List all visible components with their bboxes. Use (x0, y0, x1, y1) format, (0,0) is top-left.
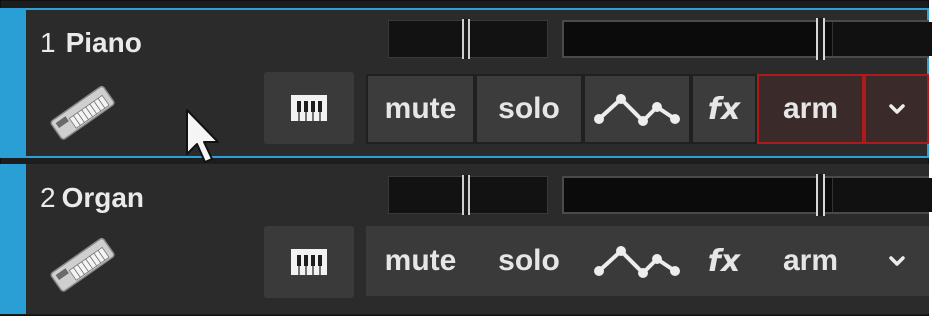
track-color-bar[interactable] (0, 164, 26, 314)
keyboard-button[interactable] (264, 72, 354, 144)
instrument-icon (50, 85, 115, 140)
track-2[interactable]: 2 Organ mute solo fx arm (0, 164, 932, 314)
solo-button[interactable]: solo (475, 74, 583, 144)
fx-button[interactable]: fx (691, 74, 757, 144)
volume-slider-handle[interactable] (816, 174, 825, 216)
chevron-down-icon (888, 256, 905, 266)
track-name: Piano (65, 27, 142, 58)
track-name: Organ (61, 182, 145, 213)
automation-icon (594, 94, 680, 126)
volume-slider-handle[interactable] (816, 18, 825, 60)
solo-button[interactable]: solo (475, 226, 583, 296)
automation-button[interactable] (583, 226, 691, 296)
mute-button[interactable]: mute (366, 226, 475, 296)
track-1[interactable]: 1 Piano mute solo fx arm (0, 8, 932, 158)
track-controls: mute solo fx arm (366, 74, 929, 144)
track-number: 2 (40, 182, 56, 213)
meter-end (832, 22, 932, 56)
arm-button[interactable]: arm (757, 74, 864, 144)
dropdown-button[interactable] (864, 74, 929, 144)
dropdown-button[interactable] (864, 226, 929, 296)
fx-button[interactable]: fx (691, 226, 757, 296)
track-color-bar[interactable] (0, 8, 26, 158)
track-list: 1 Piano mute solo fx arm 2 Organ mute so… (0, 0, 932, 316)
pan-slider[interactable] (388, 175, 548, 215)
pan-slider[interactable] (388, 19, 548, 59)
instrument-icon (50, 237, 115, 292)
mute-button[interactable]: mute (366, 74, 475, 144)
keyboard-button[interactable] (264, 226, 354, 298)
pan-slider-handle[interactable] (462, 175, 470, 215)
automation-icon (594, 246, 680, 278)
track-title[interactable]: 1 Piano (40, 27, 142, 59)
track-number: 1 (40, 27, 56, 58)
chevron-down-icon (888, 104, 905, 114)
volume-slider[interactable] (562, 174, 932, 216)
track-title[interactable]: 2 Organ (40, 182, 144, 214)
meter-end (832, 178, 932, 212)
arm-button[interactable]: arm (757, 226, 864, 296)
automation-button[interactable] (583, 74, 691, 144)
keyboard-icon (291, 95, 327, 121)
track-controls: mute solo fx arm (366, 226, 929, 296)
keyboard-icon (291, 249, 327, 275)
mouse-cursor-icon (186, 109, 219, 163)
pan-slider-handle[interactable] (462, 19, 470, 59)
volume-slider[interactable] (562, 18, 932, 60)
